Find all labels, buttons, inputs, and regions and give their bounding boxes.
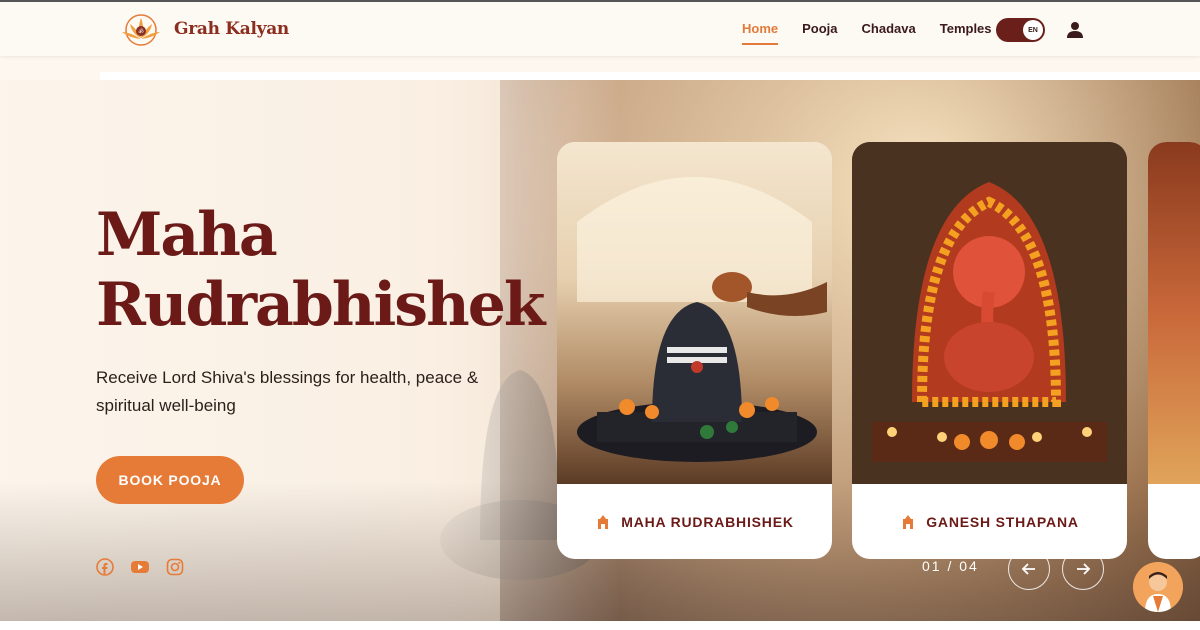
svg-text:ॐ: ॐ: [138, 28, 144, 36]
temple-icon: [903, 514, 914, 529]
page-bottom-edge: [0, 621, 1200, 630]
hero-title: Maha Rudrabhishek: [96, 200, 545, 340]
nav-chadava[interactable]: Chadava: [862, 21, 916, 42]
pooja-card-ganesh[interactable]: GANESH STHAPANA: [852, 142, 1127, 559]
carousel-prev-button[interactable]: [1008, 548, 1050, 590]
carousel-next-button[interactable]: [1062, 548, 1104, 590]
card-title: GANESH STHAPANA: [926, 513, 1079, 530]
book-pooja-button[interactable]: BOOK POOJA: [96, 456, 244, 504]
nav-temples[interactable]: Temples: [940, 21, 992, 42]
card-label: [1148, 484, 1200, 559]
pooja-card-next-partial[interactable]: [1148, 142, 1200, 559]
card-image-next: [1148, 142, 1200, 484]
arrow-right-icon: [1077, 563, 1091, 575]
brand-name: Grah Kalyan: [174, 19, 289, 39]
nav-pooja[interactable]: Pooja: [802, 21, 837, 42]
instagram-icon[interactable]: [166, 558, 184, 576]
language-toggle[interactable]: EN: [996, 18, 1045, 42]
assistant-avatar-button[interactable]: [1133, 562, 1183, 612]
carousel-counter: 01 / 04: [922, 558, 979, 574]
nav-home[interactable]: Home: [742, 21, 779, 45]
header-divider: [100, 72, 1200, 80]
hero-title-line2: Rudrabhishek: [96, 270, 545, 340]
facebook-icon[interactable]: [96, 558, 114, 576]
top-header: ॐ Grah Kalyan Home Pooja Chadava Temples…: [0, 0, 1200, 56]
social-links: [96, 558, 184, 576]
card-title: MAHA RUDRABHISHEK: [621, 513, 794, 530]
card-image-ganesh: [852, 142, 1127, 484]
language-toggle-knob: EN: [1023, 20, 1043, 40]
hero-subtitle: Receive Lord Shiva's blessings for healt…: [96, 368, 479, 415]
temple-icon: [598, 514, 609, 529]
main-nav: Home Pooja Chadava Temples: [742, 21, 992, 45]
pooja-card-rudrabhishek[interactable]: MAHA RUDRABHISHEK: [557, 142, 832, 559]
user-icon[interactable]: [1066, 21, 1084, 39]
lotus-om-icon: ॐ: [122, 14, 160, 46]
arrow-left-icon: [1021, 563, 1035, 575]
youtube-icon[interactable]: [130, 558, 150, 576]
priest-avatar-icon: [1133, 562, 1183, 612]
card-label: MAHA RUDRABHISHEK: [557, 484, 832, 559]
card-image-shivling: [557, 142, 832, 484]
brand-logo[interactable]: ॐ Grah Kalyan: [116, 10, 289, 48]
hero-title-line1: Maha: [96, 200, 278, 270]
